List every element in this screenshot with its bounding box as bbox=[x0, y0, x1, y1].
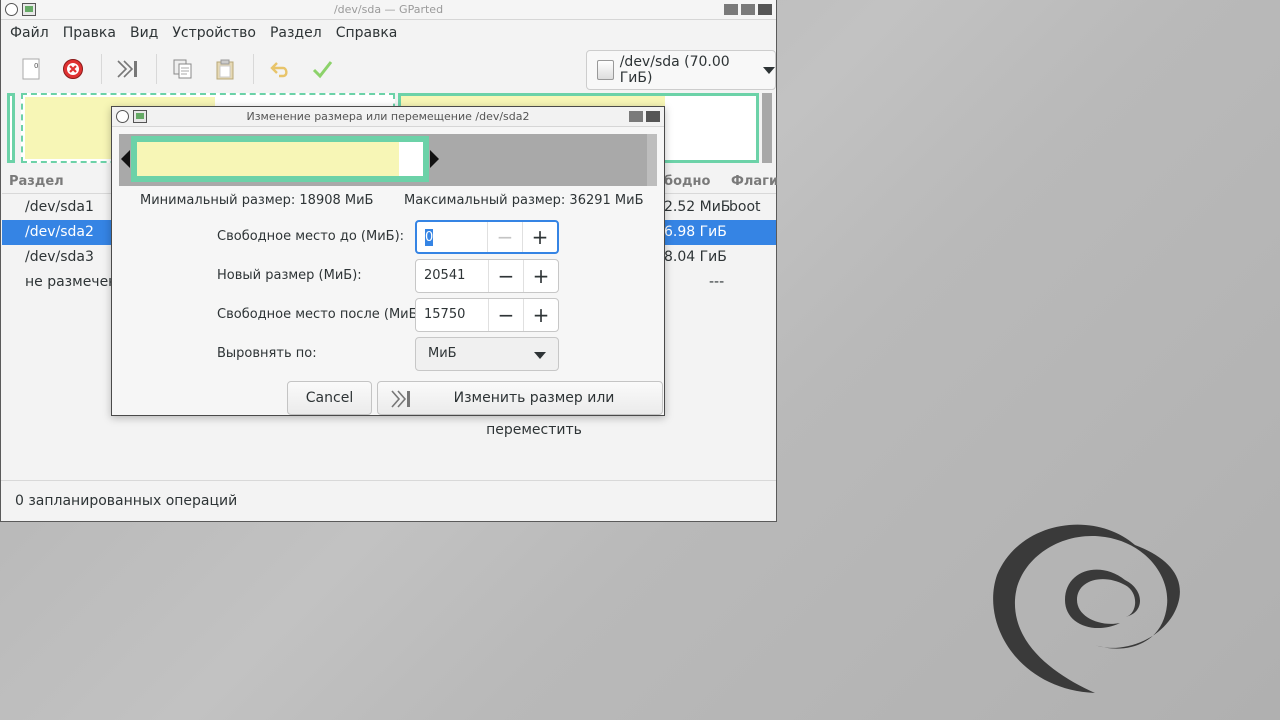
partition-name: /dev/sda3 bbox=[25, 249, 94, 265]
plus-icon: + bbox=[532, 303, 550, 327]
copy-icon bbox=[173, 59, 192, 79]
delete-icon bbox=[63, 59, 83, 79]
partition-name: /dev/sda2 bbox=[25, 224, 94, 240]
debian-logo-icon bbox=[993, 524, 1180, 693]
menubar: Файл Правка Вид Устройство Раздел Справк… bbox=[1, 20, 776, 46]
window-menu-icon[interactable] bbox=[116, 110, 129, 123]
free-before-label: Свободное место до (МиБ): bbox=[217, 229, 405, 244]
svg-text:0: 0 bbox=[34, 62, 38, 70]
paste-icon bbox=[216, 59, 234, 80]
window-menu-icon[interactable] bbox=[5, 3, 18, 16]
partition-name: /dev/sda1 bbox=[25, 199, 94, 215]
menu-device[interactable]: Устройство bbox=[165, 20, 263, 46]
toolbar-separator bbox=[156, 54, 157, 84]
undo-button[interactable] bbox=[262, 51, 298, 87]
partition-unused: --- bbox=[709, 274, 725, 290]
chevron-down-icon bbox=[534, 352, 546, 359]
minimize-button[interactable] bbox=[724, 4, 738, 15]
plus-icon: + bbox=[532, 264, 550, 288]
menu-edit[interactable]: Правка bbox=[56, 20, 123, 46]
partition-unused: 6.98 ГиБ bbox=[664, 224, 727, 240]
chevron-down-icon bbox=[763, 66, 775, 74]
align-select[interactable]: МиБ bbox=[415, 337, 559, 371]
undo-icon bbox=[270, 62, 288, 78]
statusbar: 0 запланированных операций bbox=[1, 480, 776, 520]
app-icon bbox=[133, 110, 147, 123]
new-icon: 0 bbox=[22, 58, 40, 80]
used-space bbox=[137, 142, 399, 176]
align-label: Выровнять по: bbox=[217, 346, 317, 361]
close-button[interactable] bbox=[646, 111, 660, 122]
cancel-button[interactable]: Cancel bbox=[287, 381, 372, 415]
partition-flags: boot bbox=[729, 199, 761, 215]
decrement-button[interactable]: − bbox=[487, 222, 522, 252]
decrement-button[interactable]: − bbox=[488, 260, 523, 292]
delete-partition-button[interactable] bbox=[55, 51, 91, 87]
paste-button[interactable] bbox=[207, 51, 243, 87]
apply-icon bbox=[312, 61, 333, 79]
new-size-input[interactable]: 20541 bbox=[416, 260, 488, 292]
device-selector[interactable]: /dev/sda (70.00 ГиБ) bbox=[586, 50, 776, 90]
resize-move-confirm-button[interactable]: Изменить размер или переместить bbox=[377, 381, 663, 438]
maximize-button[interactable] bbox=[741, 4, 755, 15]
toolbar: 0 /dev/sda (70.00 ГиБ) bbox=[1, 46, 776, 92]
free-after-label: Свободное место после (МиБ): bbox=[217, 307, 427, 322]
resize-move-dialog: Изменение размера или перемещение /dev/s… bbox=[111, 106, 665, 438]
disk-map-partition-sda1[interactable] bbox=[7, 93, 15, 163]
resizer-scroll-rail bbox=[647, 134, 657, 186]
apply-button[interactable] bbox=[304, 51, 340, 87]
window-titlebar[interactable]: /dev/sda — GParted bbox=[1, 0, 776, 20]
align-select-value: МиБ bbox=[428, 346, 457, 361]
increment-button[interactable]: + bbox=[523, 299, 558, 331]
menu-partition[interactable]: Раздел bbox=[263, 20, 329, 46]
new-size-label: Новый размер (МиБ): bbox=[217, 268, 362, 283]
column-header-partition[interactable]: Раздел bbox=[9, 174, 64, 189]
resize-move-icon bbox=[117, 60, 137, 78]
partition-block[interactable] bbox=[131, 136, 429, 182]
new-partition-button[interactable]: 0 bbox=[13, 51, 49, 87]
free-after-input[interactable]: 15750 bbox=[416, 299, 488, 331]
close-button[interactable] bbox=[758, 4, 772, 15]
resize-left-handle[interactable] bbox=[121, 150, 130, 168]
minus-icon: − bbox=[497, 264, 515, 288]
plus-icon: + bbox=[531, 225, 549, 249]
free-after-spinner[interactable]: 15750 − + bbox=[415, 298, 559, 332]
resize-right-handle[interactable] bbox=[430, 150, 439, 168]
disk-map-unallocated[interactable] bbox=[762, 93, 772, 163]
resize-move-icon bbox=[391, 390, 410, 408]
device-selector-label: /dev/sda (70.00 ГиБ) bbox=[619, 54, 730, 86]
increment-button[interactable]: + bbox=[523, 260, 558, 292]
partition-unused: 8.04 ГиБ bbox=[664, 249, 727, 265]
menu-file[interactable]: Файл bbox=[3, 20, 56, 46]
decrement-button[interactable]: − bbox=[488, 299, 523, 331]
dialog-titlebar[interactable]: Изменение размера или перемещение /dev/s… bbox=[112, 107, 664, 127]
minimize-button[interactable] bbox=[629, 111, 643, 122]
new-size-spinner[interactable]: 20541 − + bbox=[415, 259, 559, 293]
window-title: /dev/sda — GParted bbox=[333, 3, 444, 16]
drive-icon bbox=[597, 60, 614, 80]
max-size-label: Максимальный размер: 36291 МиБ bbox=[404, 193, 644, 208]
free-before-input[interactable]: 0 bbox=[417, 222, 487, 252]
partition-resizer[interactable] bbox=[119, 134, 657, 186]
toolbar-separator bbox=[253, 54, 254, 84]
resize-move-button[interactable] bbox=[110, 51, 146, 87]
app-icon bbox=[22, 3, 36, 16]
menu-help[interactable]: Справка bbox=[329, 20, 405, 46]
toolbar-separator bbox=[101, 54, 102, 84]
minus-icon: − bbox=[496, 225, 514, 249]
column-header-flags[interactable]: Флаги bbox=[731, 174, 778, 189]
min-size-label: Минимальный размер: 18908 МиБ bbox=[140, 193, 374, 208]
dialog-title: Изменение размера или перемещение /dev/s… bbox=[246, 110, 530, 123]
partition-unused: 2.52 МиБ bbox=[664, 199, 731, 215]
minus-icon: − bbox=[497, 303, 515, 327]
copy-button[interactable] bbox=[165, 51, 201, 87]
increment-button[interactable]: + bbox=[522, 222, 557, 252]
free-before-spinner[interactable]: 0 − + bbox=[415, 220, 559, 254]
menu-view[interactable]: Вид bbox=[123, 20, 165, 46]
column-header-unused[interactable]: бодно bbox=[664, 174, 710, 189]
